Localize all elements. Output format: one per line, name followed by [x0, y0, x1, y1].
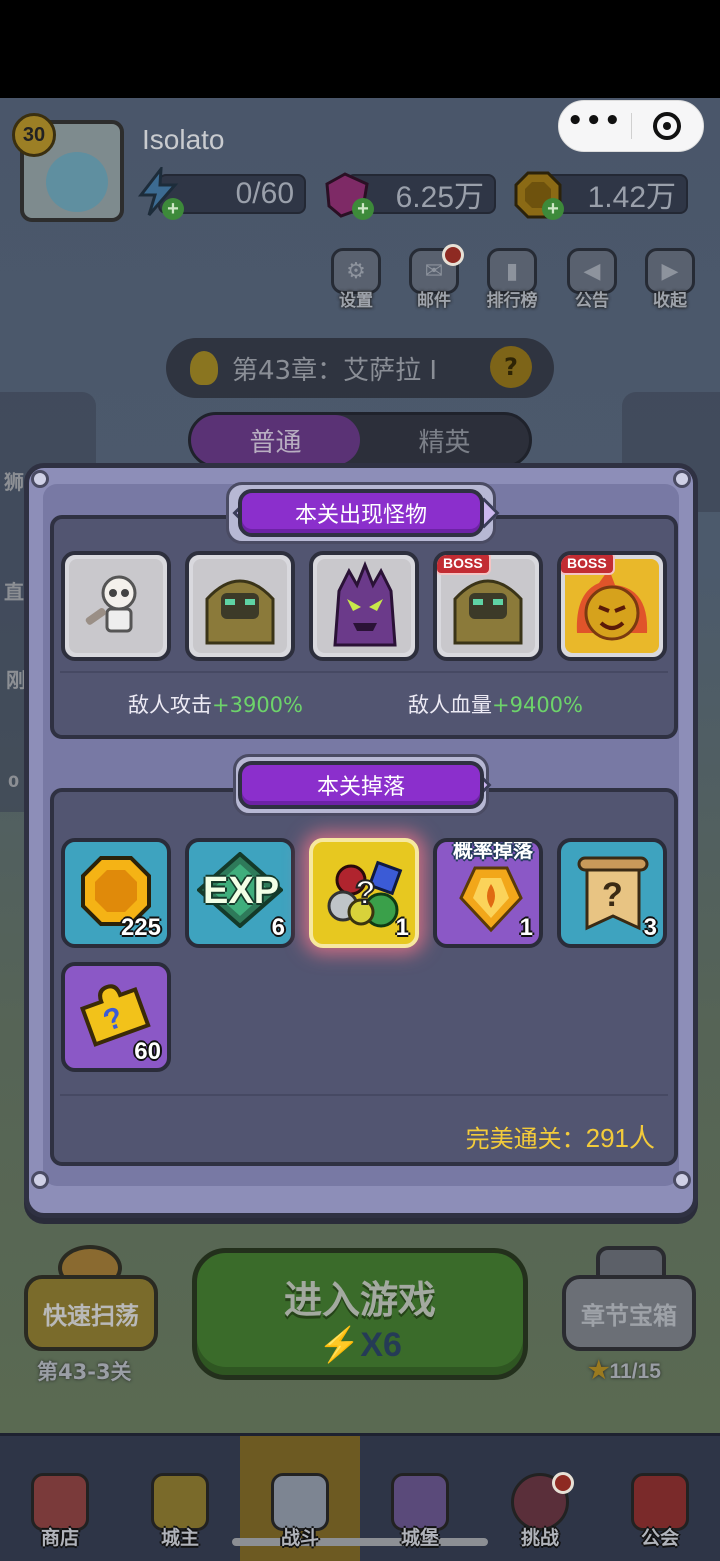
drop-count: 3: [643, 914, 657, 941]
drop-mystery-gems[interactable]: ? 1: [309, 838, 419, 948]
side-label-3: 刚: [6, 668, 26, 692]
monsters-title: 本关出现怪物: [238, 489, 484, 537]
drop-count: 60: [134, 1038, 161, 1065]
add-energy-button[interactable]: +: [162, 198, 184, 220]
notification-dot: [552, 1472, 574, 1494]
scroll-icon: ?: [577, 856, 649, 931]
quick-sweep-button[interactable]: 快速扫荡: [24, 1275, 158, 1351]
lightbulb-icon: [190, 351, 218, 385]
monster-demon[interactable]: [309, 551, 419, 661]
chapter-bar: 第43章：艾萨拉 I ?: [166, 338, 554, 398]
svg-text:?: ?: [602, 876, 623, 914]
chapter-chest-button[interactable]: 章节宝箱: [562, 1275, 696, 1351]
modal-rivet: [673, 470, 691, 488]
perfect-clear-count: 完美通关：291人: [465, 1123, 655, 1153]
close-miniprogram-button[interactable]: [632, 101, 704, 151]
star-icon: ★: [588, 1357, 610, 1384]
svg-text:?: ?: [355, 874, 376, 912]
add-gems-button[interactable]: +: [352, 198, 374, 220]
nav-guild[interactable]: 公会: [600, 1436, 720, 1561]
mail-button[interactable]: ✉ 邮件: [402, 244, 466, 318]
quick-sweep-stage: 第43-3关: [37, 1360, 132, 1384]
modal-rivet: [673, 1171, 691, 1189]
collapse-button[interactable]: ▶ 收起: [638, 248, 702, 318]
drop-count: 1: [519, 914, 533, 941]
exp-label: EXP: [203, 870, 280, 912]
miniprogram-capsule: •••: [558, 100, 704, 152]
nav-shop[interactable]: 商店: [0, 1436, 120, 1561]
drop-puzzle-piece[interactable]: ? 60: [61, 962, 171, 1072]
side-label-1: 狮: [4, 470, 24, 494]
modal-rivet: [31, 1171, 49, 1189]
enter-game-label: 进入游戏: [283, 1278, 436, 1322]
monster-fire-boss[interactable]: BOSS: [557, 551, 667, 661]
tab-elite[interactable]: 精英: [360, 415, 529, 465]
drop-coin[interactable]: 225: [61, 838, 171, 948]
drop-exp[interactable]: EXP 6: [185, 838, 295, 948]
drop-count: 1: [395, 914, 409, 941]
more-button[interactable]: •••: [559, 101, 631, 151]
mode-tabs: 普通 精英: [188, 412, 532, 468]
add-coins-button[interactable]: +: [542, 198, 564, 220]
enemy-hp-stat: 敌人血量+9400%: [408, 693, 583, 717]
stage-info-modal: 敌人攻击+3900% 敌人血量+9400% 本关出现怪物 BOSS BOSS 本…: [24, 463, 698, 1218]
more-dots-icon: •••: [566, 106, 623, 136]
enter-game-button[interactable]: 进入游戏 ⚡X6: [192, 1248, 528, 1380]
demon-icon: [333, 561, 397, 647]
leaderboard-button[interactable]: ▮ 排行榜: [480, 248, 544, 318]
monster-skeleton[interactable]: [61, 551, 171, 661]
chapter-help-button[interactable]: ?: [490, 346, 532, 388]
probability-drop-tag: 概率掉落: [453, 838, 533, 862]
monster-golem[interactable]: [185, 551, 295, 661]
side-label-4: 0: [8, 772, 20, 791]
home-indicator: [232, 1538, 488, 1546]
boss-tag: BOSS: [437, 555, 491, 575]
monster-golem-boss[interactable]: BOSS: [433, 551, 543, 661]
boss-tag: BOSS: [561, 555, 615, 575]
nav-lord[interactable]: 城主: [120, 1436, 240, 1561]
golem-icon: [205, 579, 275, 645]
modal-rivet: [31, 470, 49, 488]
golem-boss-icon: [453, 579, 523, 645]
chest-progress: ★11/15: [588, 1357, 661, 1384]
energy-value: 0/60: [235, 177, 294, 210]
enemy-attack-stat: 敌人攻击+3900%: [128, 693, 303, 717]
tab-normal[interactable]: 普通: [191, 415, 360, 465]
player-name: Isolato: [142, 124, 225, 155]
nav-challenge[interactable]: 挑战: [480, 1436, 600, 1561]
drop-mystery-scroll[interactable]: ? 3: [557, 838, 667, 948]
drop-count: 6: [271, 914, 285, 941]
energy-icon: ⚡: [318, 1326, 361, 1364]
chapter-title: 第43章：艾萨拉 I: [232, 355, 438, 386]
enter-cost: ⚡X6: [318, 1326, 402, 1364]
drop-fire-crystal[interactable]: 概率掉落 1: [433, 838, 543, 948]
notification-dot: [442, 244, 464, 266]
announcement-button[interactable]: ◀ 公告: [560, 248, 624, 318]
status-bar: [0, 0, 720, 98]
fire-demon-icon: [576, 569, 648, 641]
settings-button[interactable]: ⚙ 设置: [324, 248, 388, 318]
gem-value: 6.25万: [395, 181, 484, 214]
level-badge: 30: [12, 113, 56, 157]
skeleton-icon: [85, 575, 137, 633]
side-label-2: 直: [4, 580, 24, 604]
drops-title: 本关掉落: [238, 761, 484, 809]
target-icon: [653, 112, 682, 140]
coin-value: 1.42万: [587, 181, 676, 214]
fire-crystal-icon: [459, 866, 523, 933]
drop-count: 225: [120, 914, 161, 941]
